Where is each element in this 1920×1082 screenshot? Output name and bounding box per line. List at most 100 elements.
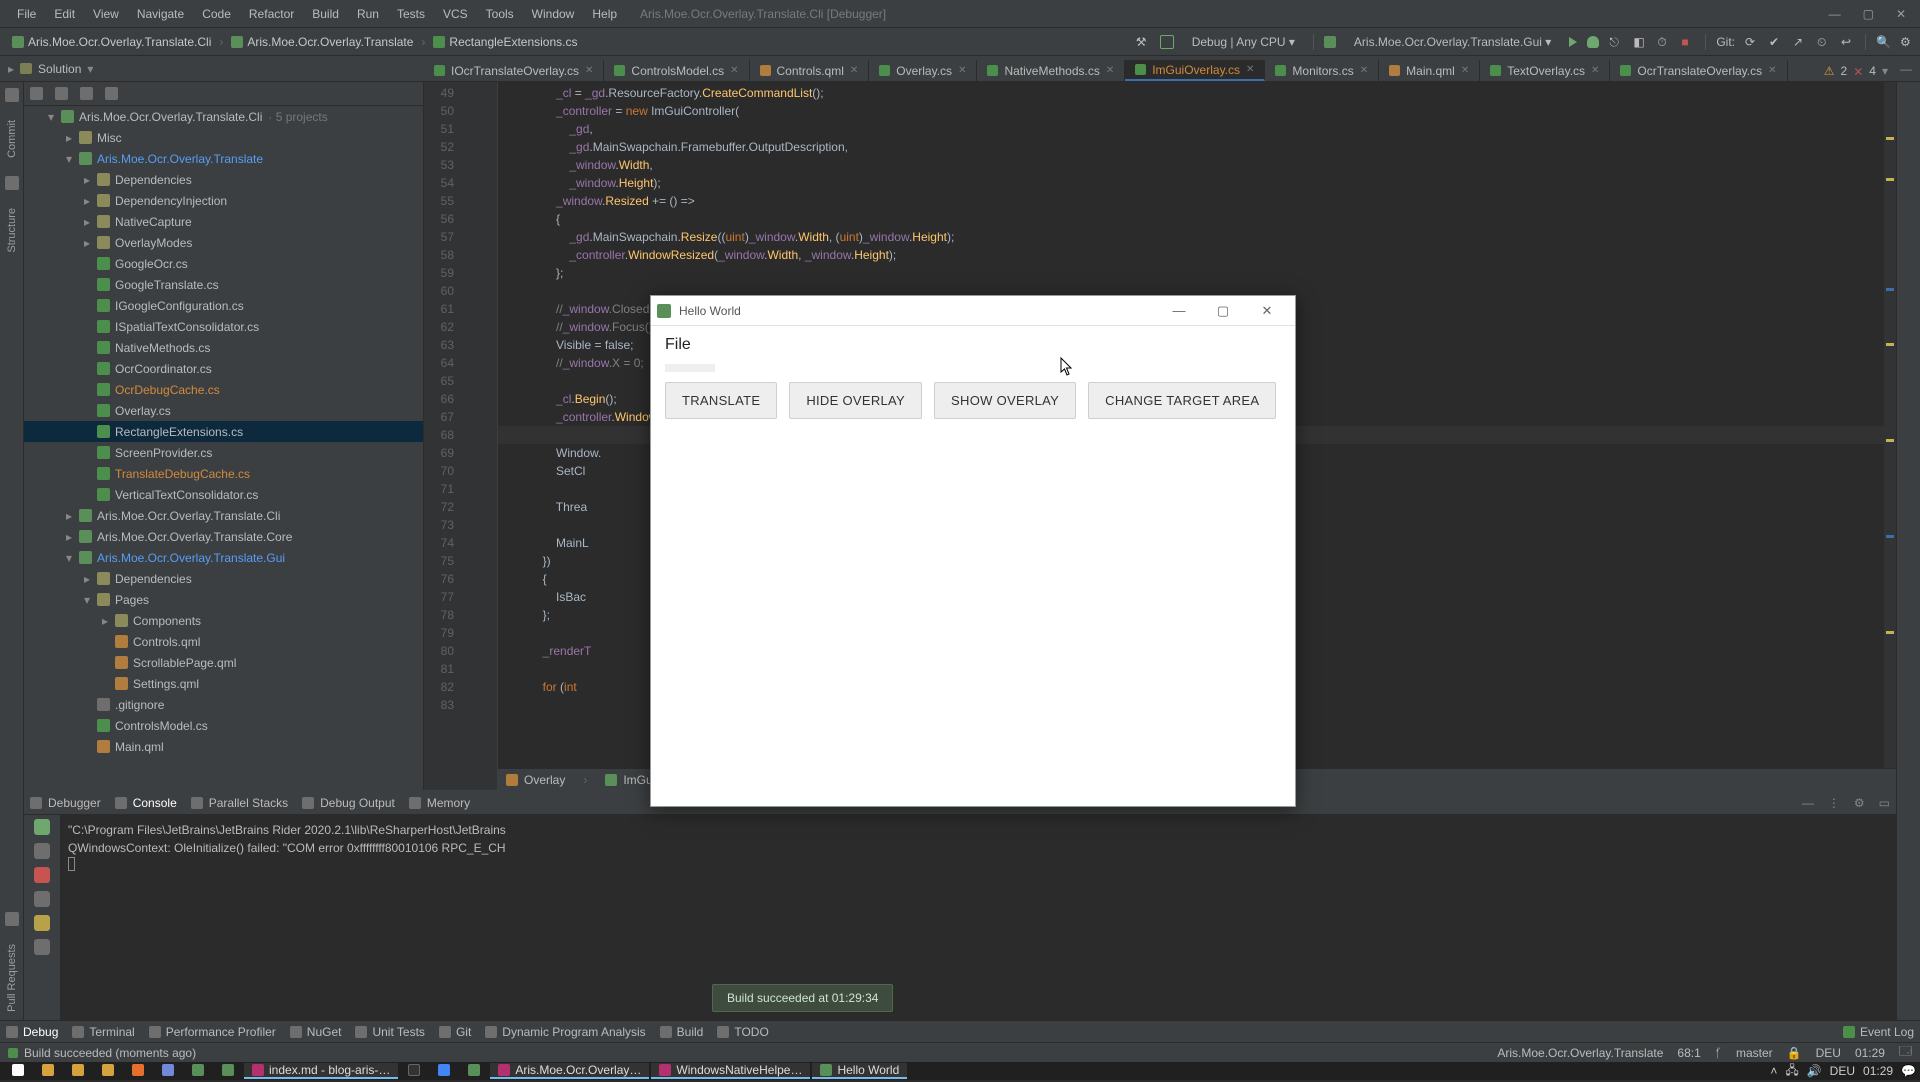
tree-twisty-icon[interactable]: ▾: [64, 551, 74, 565]
tree-show-all-icon[interactable]: [80, 87, 93, 100]
taskbar-app[interactable]: [94, 1063, 122, 1079]
taskbar-app[interactable]: [4, 1063, 32, 1079]
event-log-button[interactable]: Event Log: [1843, 1025, 1914, 1039]
tree-item[interactable]: ▸Misc: [24, 127, 423, 148]
pull-requests-icon[interactable]: [5, 912, 19, 926]
rail-structure[interactable]: Structure: [6, 196, 18, 265]
tree-twisty-icon[interactable]: ▸: [100, 614, 110, 628]
tree-item[interactable]: ▸NativeCapture: [24, 211, 423, 232]
taskbar-app[interactable]: [124, 1063, 152, 1079]
tab-close-icon[interactable]: ✕: [1591, 65, 1599, 76]
tool-hide-icon[interactable]: —: [1802, 796, 1814, 810]
tree-twisty-icon[interactable]: ▸: [82, 572, 92, 586]
toolwin-build[interactable]: Build: [660, 1025, 704, 1039]
tree-new-icon[interactable]: [30, 87, 43, 100]
settings-debug-icon[interactable]: [34, 939, 50, 955]
taskbar-app[interactable]: [430, 1063, 458, 1079]
tree-twisty-icon[interactable]: ▸: [82, 194, 92, 208]
tree-item[interactable]: ▸OverlayModes: [24, 232, 423, 253]
fold-gutter[interactable]: [484, 82, 498, 790]
breadcrumb-project[interactable]: Aris.Moe.Ocr.Overlay.Translate.Cli: [6, 35, 217, 49]
taskbar-app[interactable]: [184, 1063, 212, 1079]
tool-dots-icon[interactable]: ⋮: [1828, 796, 1840, 810]
git-revert-icon[interactable]: ↩: [1841, 35, 1855, 49]
padlock-icon[interactable]: 🔒: [1787, 1046, 1802, 1060]
tree-item[interactable]: ▸Components: [24, 610, 423, 631]
tree-item[interactable]: VerticalTextConsolidator.cs: [24, 484, 423, 505]
tree-twisty-icon[interactable]: ▸: [82, 215, 92, 229]
menu-navigate[interactable]: Navigate: [128, 0, 193, 28]
tree-item[interactable]: ScreenProvider.cs: [24, 442, 423, 463]
debug-tab-debugger[interactable]: Debugger: [30, 796, 101, 810]
solution-selector[interactable]: ▸ Solution ▾: [8, 62, 93, 76]
debug-icon[interactable]: [1587, 36, 1599, 48]
show-overlay-button[interactable]: SHOW OVERLAY: [934, 382, 1076, 419]
toolwin-unit-tests[interactable]: Unit Tests: [355, 1025, 424, 1039]
editor-tab[interactable]: OcrTranslateOverlay.cs✕: [1610, 60, 1787, 81]
menu-window[interactable]: Window: [523, 0, 584, 28]
tree-item[interactable]: ▾Aris.Moe.Ocr.Overlay.Translate: [24, 148, 423, 169]
stop-icon[interactable]: ■: [1681, 35, 1695, 49]
tree-item[interactable]: GoogleOcr.cs: [24, 253, 423, 274]
error-badge-icon[interactable]: ⨯: [1853, 64, 1863, 78]
tab-close-icon[interactable]: ✕: [1246, 64, 1254, 75]
menu-help[interactable]: Help: [583, 0, 626, 28]
tree-twisty-icon[interactable]: ▸: [82, 173, 92, 187]
git-history-icon[interactable]: ⏲: [1817, 35, 1831, 49]
crumb-class[interactable]: Overlay: [506, 773, 565, 787]
tab-close-icon[interactable]: ✕: [1360, 65, 1368, 76]
popup-titlebar[interactable]: Hello World — ▢ ✕: [651, 296, 1295, 326]
toolwin-todo[interactable]: TODO: [717, 1025, 768, 1039]
resume-icon[interactable]: [34, 819, 50, 835]
coverage-icon[interactable]: ◧: [1633, 35, 1647, 49]
tree-item[interactable]: .gitignore: [24, 694, 423, 715]
debug-tab-console[interactable]: Console: [115, 796, 177, 810]
popup-maximize-icon[interactable]: ▢: [1201, 303, 1245, 319]
tab-close-icon[interactable]: ✕: [585, 65, 593, 76]
tree-item[interactable]: Main.qml: [24, 736, 423, 757]
editor-tab[interactable]: Controls.qml✕: [750, 60, 870, 81]
taskbar-app[interactable]: Hello World: [812, 1063, 907, 1079]
breadcrumb-module[interactable]: Aris.Moe.Ocr.Overlay.Translate: [225, 35, 419, 49]
tree-item[interactable]: ▸Aris.Moe.Ocr.Overlay.Translate.Cli: [24, 505, 423, 526]
toolwin-dynamic-program-analysis[interactable]: Dynamic Program Analysis: [485, 1025, 645, 1039]
tree-twisty-icon[interactable]: ▾: [82, 593, 92, 607]
profiler-icon[interactable]: ⏱: [1657, 35, 1671, 49]
tree-save-icon[interactable]: [105, 87, 118, 100]
menu-tools[interactable]: Tools: [477, 0, 523, 28]
git-branch-icon[interactable]: ᚶ: [1715, 1046, 1722, 1060]
taskbar-app[interactable]: Aris.Moe.Ocr.Overlay…: [490, 1063, 649, 1079]
pause-icon[interactable]: [34, 843, 50, 859]
menu-vcs[interactable]: VCS: [434, 0, 477, 28]
window-minimize-icon[interactable]: —: [1829, 7, 1841, 21]
taskbar-app[interactable]: index.md - blog-aris-…: [244, 1063, 398, 1079]
stop-debug-icon[interactable]: [34, 867, 50, 883]
toolwin-terminal[interactable]: Terminal: [72, 1025, 134, 1039]
menu-run[interactable]: Run: [348, 0, 388, 28]
tree-item[interactable]: ScrollablePage.qml: [24, 652, 423, 673]
attach-icon[interactable]: ⎋: [1609, 35, 1623, 49]
toolwin-git[interactable]: Git: [439, 1025, 471, 1039]
tree-item[interactable]: RectangleExtensions.cs: [24, 421, 423, 442]
toolwin-performance-profiler[interactable]: Performance Profiler: [149, 1025, 276, 1039]
git-commit-icon[interactable]: ✔: [1769, 35, 1783, 49]
popup-minimize-icon[interactable]: —: [1157, 303, 1201, 318]
tree-item[interactable]: ▸DependencyInjection: [24, 190, 423, 211]
editor-tab[interactable]: IOcrTranslateOverlay.cs✕: [424, 60, 604, 81]
editor-tab[interactable]: Monitors.cs✕: [1265, 60, 1379, 81]
tree-item[interactable]: TranslateDebugCache.cs: [24, 463, 423, 484]
window-maximize-icon[interactable]: ▢: [1863, 7, 1874, 21]
editor-tab[interactable]: NativeMethods.cs✕: [977, 60, 1125, 81]
tool-minimize-icon[interactable]: ▭: [1879, 796, 1890, 810]
taskbar-app[interactable]: [154, 1063, 182, 1079]
tree-twisty-icon[interactable]: ▸: [64, 509, 74, 523]
tree-item[interactable]: ▾Pages: [24, 589, 423, 610]
menu-edit[interactable]: Edit: [45, 0, 84, 28]
tree-item[interactable]: Settings.qml: [24, 673, 423, 694]
window-close-icon[interactable]: ✕: [1896, 7, 1906, 21]
tree-root[interactable]: ▾ Aris.Moe.Ocr.Overlay.Translate.Cli · 5…: [24, 106, 423, 127]
tree-item[interactable]: NativeMethods.cs: [24, 337, 423, 358]
tab-close-icon[interactable]: ✕: [1106, 65, 1114, 76]
rail-pull-requests[interactable]: Pull Requests: [6, 932, 18, 1024]
tray-lang[interactable]: DEU: [1830, 1064, 1855, 1078]
